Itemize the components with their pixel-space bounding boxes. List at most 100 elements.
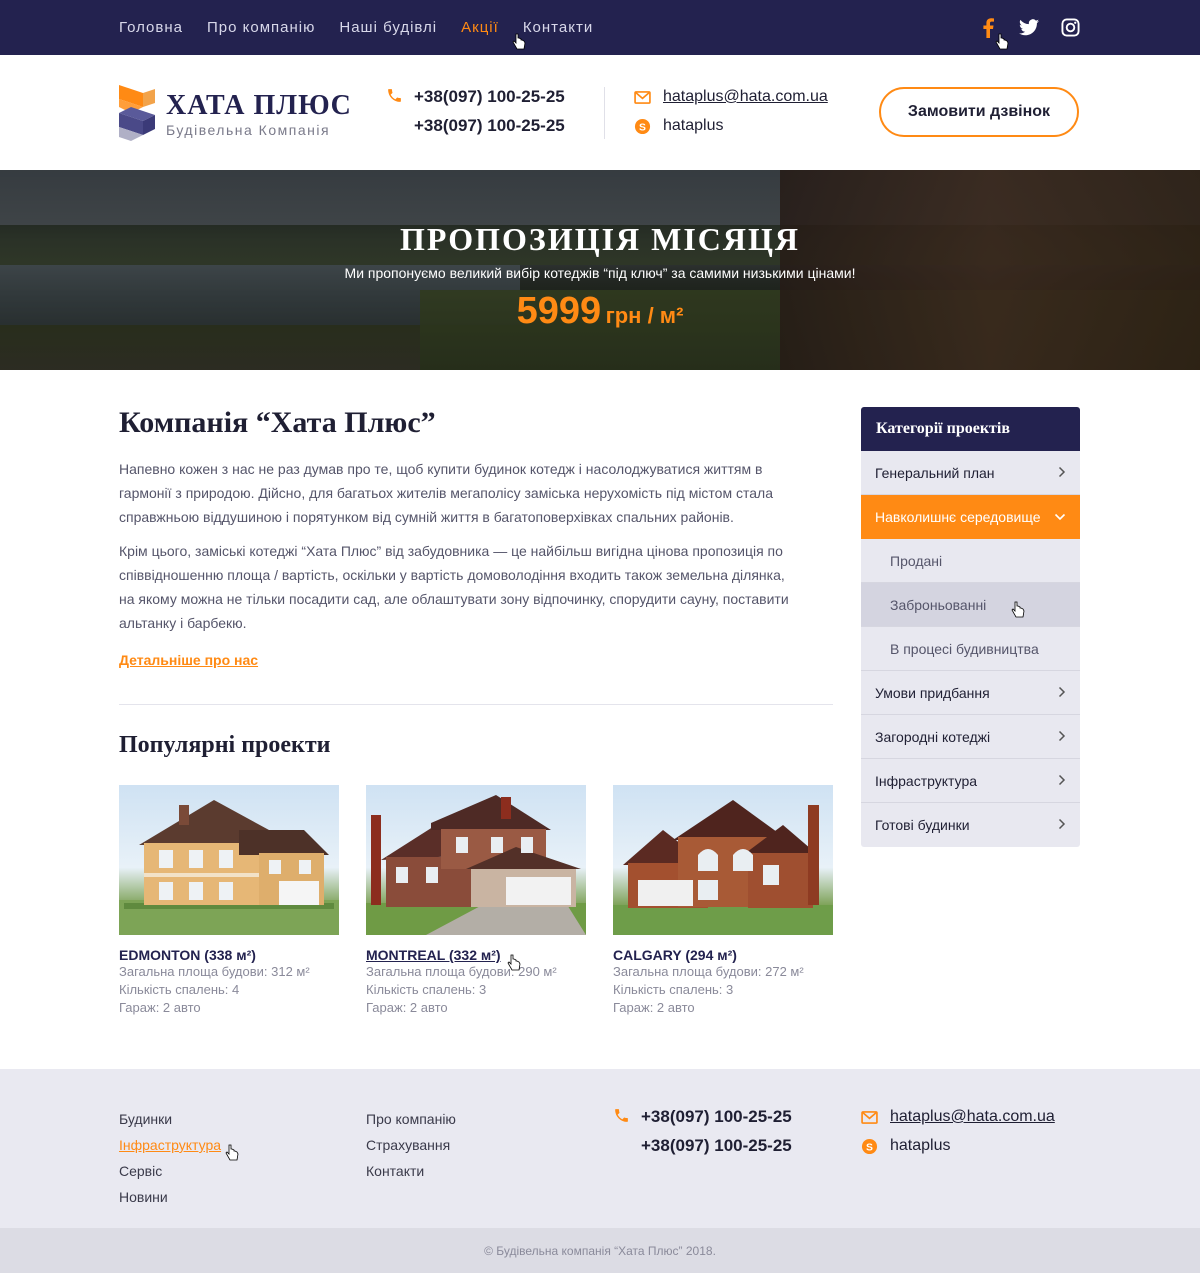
hand-cursor-icon bbox=[507, 954, 521, 971]
footer-link-infrastructure[interactable]: Інфраструктура bbox=[119, 1132, 221, 1158]
skype-contact: S hataplus bbox=[634, 117, 724, 135]
sidebar-item-label: Заброньованні bbox=[890, 596, 987, 613]
copyright-bar: © Будівельна компанія “Хата Плюс” 2018. bbox=[0, 1228, 1200, 1273]
sidebar-item-country-cottages[interactable]: Загородні котеджі bbox=[861, 715, 1080, 759]
email-link[interactable]: hataplus@hata.com.ua bbox=[890, 1108, 1055, 1126]
footer-link-contacts[interactable]: Контакти bbox=[366, 1158, 456, 1184]
hero-price: 5999 грн / м² bbox=[0, 290, 1200, 333]
about-more-link[interactable]: Детальніше про нас bbox=[119, 652, 258, 668]
twitter-icon[interactable] bbox=[1019, 18, 1039, 38]
project-area: Загальна площа будови: 272 м² bbox=[613, 964, 804, 979]
instagram-icon[interactable] bbox=[1060, 18, 1080, 38]
nav-home[interactable]: Головна bbox=[119, 19, 183, 36]
page-title: Компанія “Хата Плюс” bbox=[119, 406, 436, 439]
project-image[interactable] bbox=[366, 785, 586, 935]
project-name[interactable]: CALGARY (294 м²) bbox=[613, 947, 833, 963]
top-navigation-bar: Головна Про компанію Наші будівлі Акції … bbox=[0, 0, 1200, 55]
project-area: Загальна площа будови: 312 м² bbox=[119, 964, 310, 979]
email-contact: hataplus@hata.com.ua bbox=[634, 88, 828, 106]
envelope-icon bbox=[861, 1110, 878, 1124]
footer-phone[interactable]: +38(097) 100-25-25 bbox=[641, 1136, 792, 1156]
chevron-right-icon bbox=[1058, 686, 1066, 698]
skype-name[interactable]: hataplus bbox=[663, 117, 724, 135]
chevron-down-icon bbox=[1054, 513, 1066, 521]
hand-cursor-icon bbox=[512, 33, 526, 50]
project-garage: Гараж: 2 авто bbox=[119, 1000, 201, 1015]
chevron-right-icon bbox=[1058, 730, 1066, 742]
phone-number[interactable]: +38(097) 100-25-25 bbox=[414, 87, 565, 107]
sidebar-item-label: Загородні котеджі bbox=[875, 728, 991, 745]
order-call-button[interactable]: Замовити дзвінок bbox=[879, 87, 1079, 137]
skype-icon: S bbox=[634, 118, 651, 134]
sidebar-item-environment[interactable]: Навколишнє середовище bbox=[861, 495, 1080, 539]
hand-cursor-icon bbox=[995, 33, 1009, 50]
skype-icon: S bbox=[861, 1138, 878, 1154]
intro-paragraph: Крім цього, заміські котеджі “Хата Плюс”… bbox=[119, 543, 789, 631]
project-name[interactable]: EDMONTON (338 м²) bbox=[119, 947, 339, 963]
popular-projects-title: Популярні проекти bbox=[119, 732, 331, 758]
email-contact: hataplus@hata.com.ua bbox=[861, 1108, 1055, 1126]
project-bedrooms: Кількість спалень: 3 bbox=[366, 982, 487, 997]
footer-links-column: Про компанію Страхування Контакти bbox=[366, 1106, 456, 1184]
footer-links-column: Будинки Інфраструктура Сервіс Новини bbox=[119, 1106, 221, 1210]
footer-phone[interactable]: +38(097) 100-25-25 bbox=[641, 1107, 792, 1127]
price-value: 5999 bbox=[516, 290, 602, 332]
copyright-text: © Будівельна компанія “Хата Плюс” 2018. bbox=[484, 1243, 716, 1258]
sidebar-subitem-reserved[interactable]: Заброньованні bbox=[861, 583, 1080, 627]
logo-title[interactable]: ХАТА ПЛЮС bbox=[166, 90, 352, 122]
hero-subtitle: Ми пропонуємо великий вибір котеджів “пі… bbox=[344, 265, 856, 281]
project-card[interactable]: EDMONTON (338 м²) Загальна площа будови:… bbox=[119, 785, 339, 1017]
skype-name[interactable]: hataplus bbox=[890, 1137, 951, 1155]
sidebar-item-general-plan[interactable]: Генеральний план bbox=[861, 451, 1080, 495]
email-link[interactable]: hataplus@hata.com.ua bbox=[663, 88, 828, 106]
nav-about[interactable]: Про компанію bbox=[207, 19, 315, 36]
divider bbox=[119, 704, 833, 705]
footer-link-insurance[interactable]: Страхування bbox=[366, 1132, 456, 1158]
sidebar-subitem-in-progress[interactable]: В процесі будивництва bbox=[861, 627, 1080, 671]
project-image[interactable] bbox=[613, 785, 833, 935]
logo-subtitle: Будівельна Компанія bbox=[166, 122, 331, 138]
phone-number[interactable]: +38(097) 100-25-25 bbox=[414, 116, 565, 136]
svg-text:S: S bbox=[639, 122, 646, 133]
project-name[interactable]: MONTREAL (332 м²) bbox=[366, 947, 586, 963]
project-image[interactable] bbox=[119, 785, 339, 935]
svg-text:S: S bbox=[866, 1142, 873, 1153]
sidebar-item-label: Навколишнє середовище bbox=[875, 509, 1041, 525]
hero-title: ПРОПОЗИЦІЯ МІСЯЦЯ bbox=[399, 221, 801, 257]
sidebar-item-label: В процесі будивництва bbox=[890, 640, 1039, 657]
project-area: Загальна площа будови: 290 м² bbox=[366, 964, 557, 979]
price-unit: грн / м² bbox=[605, 303, 684, 328]
sidebar-subitem-sold[interactable]: Продані bbox=[861, 539, 1080, 583]
chevron-right-icon bbox=[1058, 774, 1066, 786]
footer-link-news[interactable]: Новини bbox=[119, 1184, 221, 1210]
phone-icon bbox=[615, 1109, 628, 1122]
nav-promotions[interactable]: Акції bbox=[461, 19, 499, 36]
nav-buildings[interactable]: Наші будівлі bbox=[339, 19, 437, 36]
sidebar-item-infrastructure[interactable]: Інфраструктура bbox=[861, 759, 1080, 803]
nav-contacts[interactable]: Контакти bbox=[523, 19, 593, 36]
sidebar-item-label: Інфраструктура bbox=[875, 772, 978, 789]
hand-cursor-icon bbox=[225, 1144, 239, 1161]
project-categories-sidebar: Категорії проектів Генеральний план Навк… bbox=[861, 407, 1080, 847]
project-card[interactable]: MONTREAL (332 м²) Загальна площа будови:… bbox=[366, 785, 586, 1017]
project-bedrooms: Кількість спалень: 4 bbox=[119, 982, 240, 997]
intro-paragraph: Напевно кожен з нас не раз думав про те,… bbox=[119, 461, 773, 525]
sidebar-item-label: Умови придбання bbox=[875, 684, 990, 701]
chevron-right-icon bbox=[1058, 466, 1066, 478]
main-menu: Головна Про компанію Наші будівлі Акції … bbox=[119, 0, 617, 55]
sidebar-item-purchase-terms[interactable]: Умови придбання bbox=[861, 671, 1080, 715]
project-garage: Гараж: 2 авто bbox=[366, 1000, 448, 1015]
project-card[interactable]: CALGARY (294 м²) Загальна площа будови: … bbox=[613, 785, 833, 1017]
divider bbox=[604, 87, 605, 139]
footer-link-houses[interactable]: Будинки bbox=[119, 1106, 221, 1132]
skype-contact: S hataplus bbox=[861, 1137, 951, 1155]
social-links bbox=[978, 0, 1080, 55]
logo-icon[interactable] bbox=[119, 85, 155, 141]
project-garage: Гараж: 2 авто bbox=[613, 1000, 695, 1015]
footer-link-about[interactable]: Про компанію bbox=[366, 1106, 456, 1132]
site-header: ХАТА ПЛЮС Будівельна Компанія +38(097) 1… bbox=[0, 55, 1200, 170]
sidebar-title: Категорії проектів bbox=[861, 407, 1080, 451]
footer-link-service[interactable]: Сервіс bbox=[119, 1158, 221, 1184]
sidebar-item-ready-houses[interactable]: Готові будинки bbox=[861, 803, 1080, 847]
sidebar-item-label: Продані bbox=[890, 552, 943, 569]
